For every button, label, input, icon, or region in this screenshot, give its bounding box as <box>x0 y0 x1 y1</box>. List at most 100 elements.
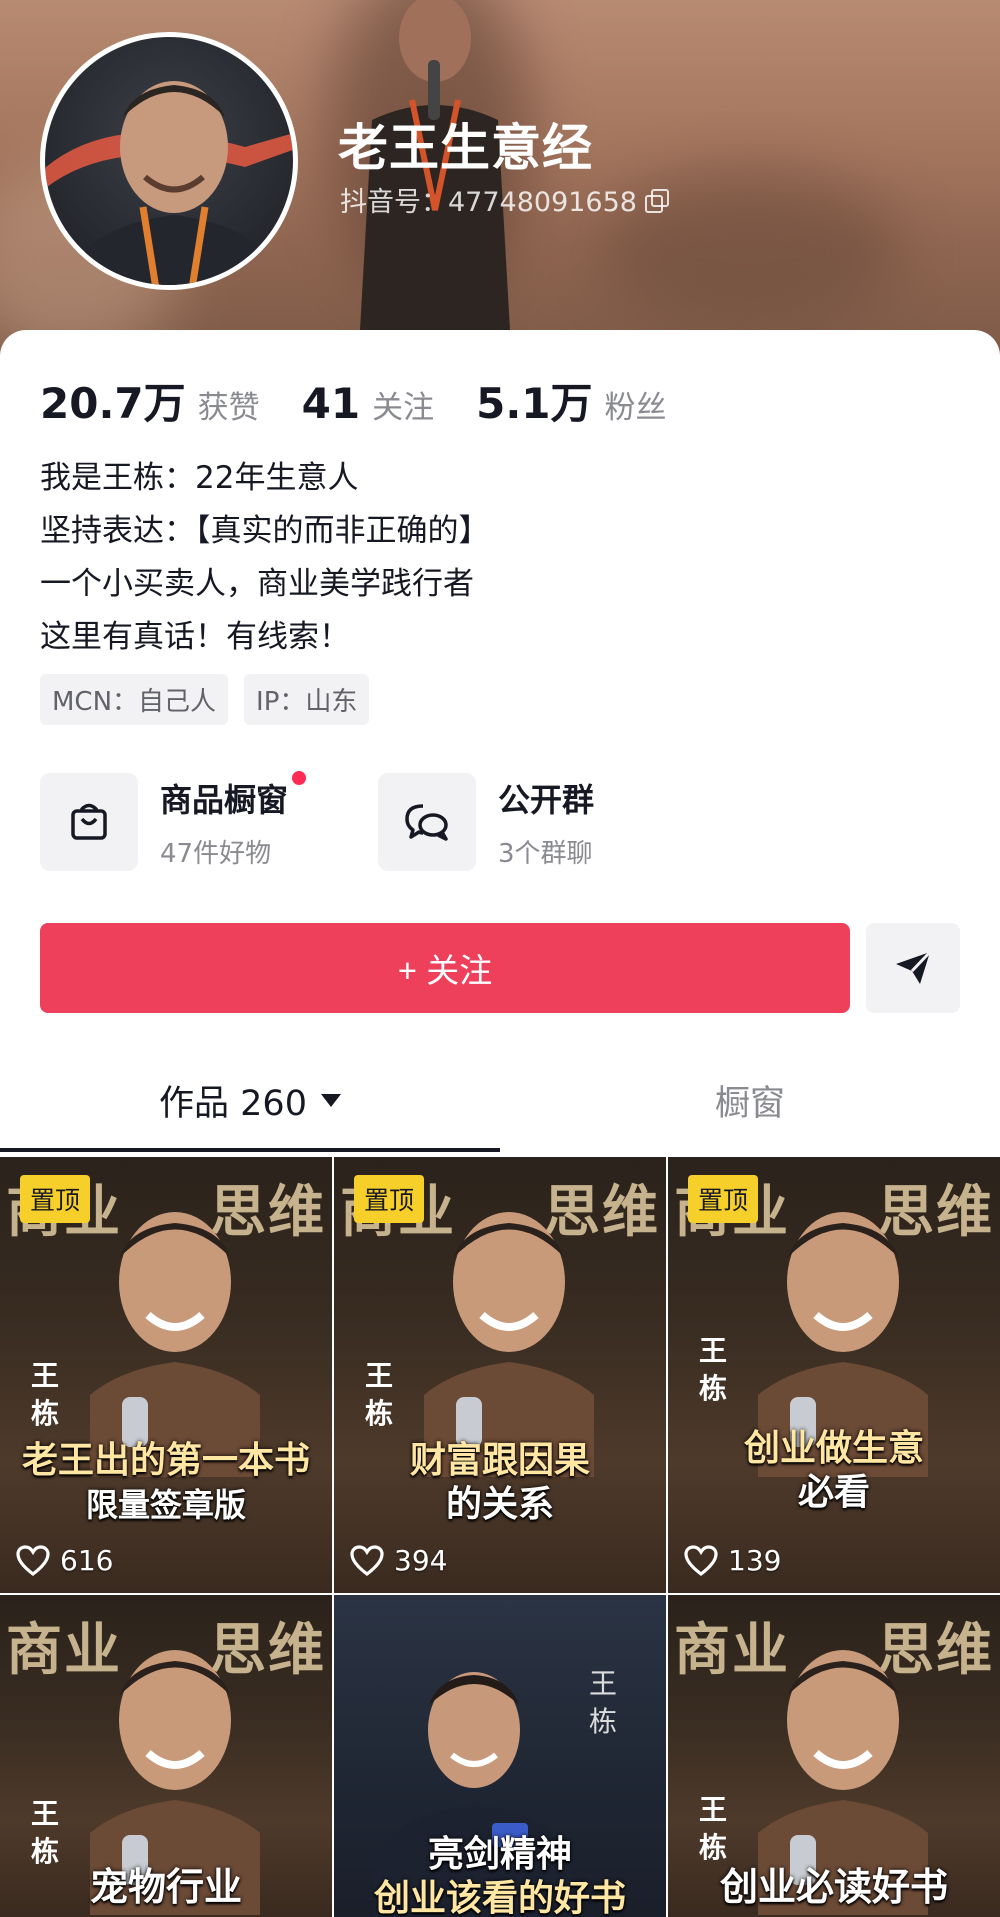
video-tile[interactable]: 商业 思维 王栋 宠物行业 <box>0 1595 332 1917</box>
profile-avatar[interactable] <box>40 32 298 290</box>
video-vertical-name: 王栋 <box>28 1357 62 1433</box>
vname-char: 王 <box>30 1359 59 1392</box>
bio-line: 这里有真话！有线索！ <box>40 619 350 655</box>
tag-ip-location: IP：山东 <box>244 674 370 725</box>
heart-icon <box>684 1544 718 1576</box>
caption-line-1: 老王出的第一本书 <box>21 1440 310 1481</box>
caption-line-1: 宠物行业 <box>89 1865 242 1909</box>
shop-window-count: 47件好物 <box>160 838 272 869</box>
video-caption: 宠物行业 <box>0 1865 332 1909</box>
video-likes: 394 <box>350 1544 447 1577</box>
profile-tabs: 作品 260 橱窗 <box>0 1050 1000 1162</box>
caption-line-1: 创业做生意 <box>743 1428 924 1469</box>
video-likes: 139 <box>684 1544 781 1577</box>
bio-line: 我是王栋：22年生意人 <box>40 460 359 496</box>
profile-tags: MCN：自己人 IP：山东 <box>40 674 370 725</box>
shop-window-title: 商品橱窗 <box>160 770 307 821</box>
stat-label: 粉丝 <box>604 390 667 426</box>
profile-entries: 商品橱窗 47件好物 公开群 3个群聊 <box>40 770 716 871</box>
active-tab-indicator <box>0 1148 500 1152</box>
pinned-badge: 置顶 <box>354 1175 425 1223</box>
video-tile[interactable]: 王栋 亮剑精神 创业该看的好书 <box>334 1595 666 1917</box>
caption-line-2: 创业该看的好书 <box>373 1878 626 1917</box>
shop-window-text: 商品橱窗 47件好物 <box>160 770 307 870</box>
vname-char: 王 <box>588 1667 617 1700</box>
video-person <box>90 1212 260 1477</box>
share-button[interactable] <box>866 923 960 1013</box>
bio-line: 一个小买卖人，商业美学践行者 <box>40 566 474 602</box>
tab-shop-window[interactable]: 橱窗 <box>500 1050 1000 1150</box>
pinned-badge: 置顶 <box>20 1175 91 1223</box>
caption-line-2: 限量签章版 <box>85 1486 246 1524</box>
douyin-id[interactable]: 抖音号：47748091658 <box>340 180 669 219</box>
vname-char: 栋 <box>30 1397 59 1430</box>
stat-label: 关注 <box>372 390 435 426</box>
caret-down-icon[interactable] <box>320 1093 341 1107</box>
video-grid: 商业思维 王栋 老王出的第一本书限量签章版 置顶 616 商业思维 王栋 财富跟… <box>0 1157 1000 1917</box>
vname-char: 栋 <box>698 1372 727 1405</box>
public-group-entry[interactable]: 公开群 3个群聊 <box>378 773 716 871</box>
caption-line-2: 必看 <box>797 1472 870 1513</box>
stat-following[interactable]: 41 关注 <box>302 379 434 428</box>
video-vertical-name: 王栋 <box>362 1357 396 1433</box>
notification-dot <box>292 770 307 785</box>
stat-number: 5.1万 <box>476 379 593 428</box>
video-likes: 616 <box>16 1544 113 1577</box>
profile-stats: 20.7万 获赞 41 关注 5.1万 粉丝 <box>40 370 709 431</box>
caption-line-1: 创业必读好书 <box>719 1865 948 1909</box>
video-caption: 创业做生意 必看 <box>668 1427 1000 1515</box>
caption-line-2: 的关系 <box>445 1484 554 1525</box>
stat-label: 获赞 <box>197 390 260 426</box>
profile-bio: 我是王栋：22年生意人 坚持表达：【真实的而非正确的】 一个小买卖人，商业美学践… <box>40 452 490 664</box>
tab-works-label: 作品 260 <box>159 1083 307 1124</box>
vname-char: 王 <box>364 1359 393 1392</box>
avatar-portrait <box>45 81 293 285</box>
video-caption: 财富跟因果 的关系 <box>334 1439 666 1527</box>
video-tile[interactable]: 商业思维 王栋 财富跟因果的关系 置顶 394 <box>334 1157 666 1593</box>
shop-window-title-text: 商品橱窗 <box>160 780 289 819</box>
copy-icon[interactable] <box>644 188 669 213</box>
caption-line-1: 财富跟因果 <box>409 1440 590 1481</box>
stat-followers[interactable]: 5.1万 粉丝 <box>476 370 666 431</box>
like-count: 394 <box>394 1544 448 1577</box>
stat-number: 20.7万 <box>40 379 186 428</box>
video-person <box>424 1212 594 1477</box>
video-tile[interactable]: 商业思维 王栋 老王出的第一本书限量签章版 置顶 616 <box>0 1157 332 1593</box>
send-icon <box>896 950 932 984</box>
stat-number: 41 <box>301 379 361 428</box>
heart-icon <box>350 1544 384 1576</box>
vname-char: 王 <box>30 1797 59 1830</box>
bio-line: 坚持表达：【真实的而非正确的】 <box>40 513 490 549</box>
heart-icon <box>16 1544 50 1576</box>
tag-mcn: MCN：自己人 <box>40 674 229 725</box>
douyin-id-text: 抖音号：47748091658 <box>340 187 637 218</box>
public-group-text: 公开群 3个群聊 <box>498 775 594 870</box>
shop-window-entry[interactable]: 商品橱窗 47件好物 <box>40 770 378 871</box>
vname-char: 栋 <box>698 1831 727 1864</box>
video-caption: 老王出的第一本书 限量签章版 <box>0 1439 332 1527</box>
public-group-title: 公开群 <box>498 780 595 819</box>
vname-char: 王 <box>698 1334 727 1367</box>
stat-likes[interactable]: 20.7万 获赞 <box>40 370 260 431</box>
tab-works[interactable]: 作品 260 <box>0 1050 500 1150</box>
vname-char: 栋 <box>364 1397 393 1430</box>
follow-button[interactable]: + 关注 <box>40 923 850 1013</box>
shopping-bag-icon <box>40 773 138 871</box>
video-vertical-name: 王栋 <box>696 1332 730 1408</box>
video-caption: 亮剑精神 创业该看的好书 <box>334 1833 666 1917</box>
video-vertical-name: 王栋 <box>28 1795 62 1871</box>
video-caption: 创业必读好书 <box>668 1865 1000 1909</box>
video-tile[interactable]: 商业 思维 王栋 创业必读好书 <box>668 1595 1000 1917</box>
chat-bubbles-icon <box>378 773 476 871</box>
video-vertical-name: 王栋 <box>586 1665 620 1741</box>
video-vertical-name: 王栋 <box>696 1791 730 1867</box>
like-count: 139 <box>728 1544 782 1577</box>
vname-char: 栋 <box>588 1705 617 1738</box>
public-group-count: 3个群聊 <box>498 838 593 869</box>
caption-line-1: 亮剑精神 <box>427 1834 572 1875</box>
video-tile[interactable]: 商业思维 王栋 创业做生意必看 置顶 139 <box>668 1157 1000 1593</box>
profile-name: 老王生意经 <box>338 119 593 177</box>
pinned-badge: 置顶 <box>688 1175 759 1223</box>
vname-char: 王 <box>698 1793 727 1826</box>
like-count: 616 <box>60 1544 114 1577</box>
